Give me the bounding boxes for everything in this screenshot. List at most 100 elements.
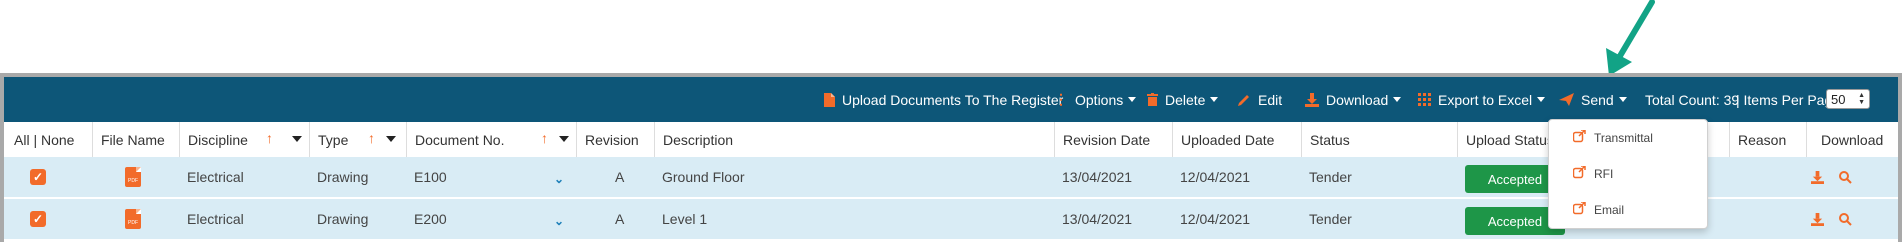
status-header-label: Status (1310, 131, 1350, 148)
total-count-text: Total Count: 39 (1645, 91, 1740, 108)
menu-item-label: Email (1594, 203, 1625, 217)
menu-item-transmittal[interactable]: Transmittal (1572, 129, 1653, 146)
filter-caret-icon[interactable] (386, 136, 396, 142)
send-label: Send (1581, 91, 1614, 108)
items-per-page-text: | Items Per Page (1736, 91, 1841, 108)
revision-header-label: Revision (585, 131, 639, 148)
edit-button[interactable]: Edit (1237, 77, 1282, 122)
revision-header: Revision (576, 122, 654, 157)
status-cell: Tender (1309, 211, 1352, 227)
download-label: Download (1326, 91, 1389, 108)
send-dropdown-menu: Transmittal RFI Email (1548, 119, 1708, 229)
items-per-page-label: | Items Per Page (1736, 77, 1840, 122)
share-icon (1572, 201, 1586, 218)
description-cell: Ground Floor (662, 169, 745, 185)
description-header: Description (654, 122, 1054, 157)
revision-cell: A (615, 169, 625, 185)
filter-caret-icon[interactable] (559, 136, 569, 142)
expand-chevron-icon[interactable]: ⌄ (554, 201, 564, 241)
preview-search-icon[interactable] (1839, 199, 1852, 239)
chevron-down-icon (1618, 97, 1627, 102)
chevron-down-icon (1393, 97, 1402, 102)
pencil-icon (1237, 93, 1251, 107)
discipline-cell: Electrical (187, 211, 244, 227)
download-header-label: Download (1821, 131, 1884, 148)
items-per-page-input[interactable]: 50 ▲ ▼ (1826, 89, 1870, 109)
filter-caret-icon[interactable] (292, 136, 302, 142)
document-no-header-label: Document No. (415, 131, 505, 148)
file-pdf-link[interactable]: PDF (125, 157, 141, 197)
pdf-file-icon: PDF (125, 167, 141, 187)
menu-item-label: RFI (1594, 167, 1614, 181)
items-per-page-value: 50 (1831, 91, 1846, 107)
type-cell: Drawing (317, 169, 369, 185)
revision-cell: A (615, 211, 625, 227)
upload-documents-button[interactable]: Upload Documents To The Register (824, 77, 1063, 122)
spinner-arrows-icon[interactable]: ▲ ▼ (1858, 92, 1865, 106)
export-excel-label: Export to Excel (1438, 91, 1533, 108)
delete-menu-button[interactable]: Delete (1147, 77, 1219, 122)
discipline-cell: Electrical (187, 169, 244, 185)
document-no-cell: E100 (414, 169, 447, 185)
revision-date-cell: 13/04/2021 (1062, 211, 1133, 227)
checkmark-icon: ✓ (30, 169, 46, 185)
menu-item-email[interactable]: Email (1572, 201, 1625, 218)
discipline-header[interactable]: Discipline ↑ (179, 122, 309, 157)
select-all-none-header[interactable]: All | None (4, 122, 92, 157)
file-name-header-label: File Name (101, 131, 165, 148)
upload-status-header-label: Upload Status (1466, 131, 1554, 148)
row-checkbox[interactable]: ✓ (30, 157, 46, 197)
share-icon (1572, 129, 1586, 146)
file-pdf-link[interactable]: PDF (125, 199, 141, 239)
document-no-header[interactable]: Document No. ↑ (406, 122, 576, 157)
revision-date-header: Revision Date (1054, 122, 1172, 157)
description-header-label: Description (663, 131, 734, 148)
grid-icon (1418, 93, 1431, 106)
document-icon (824, 92, 835, 107)
status-header: Status (1301, 122, 1457, 157)
vertical-dots-icon: ⋮ (1054, 91, 1068, 107)
preview-search-icon[interactable] (1839, 157, 1852, 197)
download-icon (1305, 92, 1319, 107)
pdf-file-icon: PDF (125, 209, 141, 229)
revision-date-cell: 13/04/2021 (1062, 169, 1133, 185)
options-menu-button[interactable]: ⋮ Options (1054, 77, 1137, 122)
download-menu-button[interactable]: Download (1305, 77, 1402, 122)
chevron-down-icon (1128, 97, 1137, 102)
download-file-icon[interactable] (1811, 199, 1824, 239)
send-menu-button[interactable]: Send (1559, 77, 1627, 122)
sort-up-arrow-icon[interactable]: ↑ (541, 130, 548, 146)
upload-documents-label: Upload Documents To The Register (842, 91, 1064, 108)
edit-label: Edit (1258, 91, 1283, 108)
discipline-header-label: Discipline (188, 131, 248, 148)
description-cell: Level 1 (662, 211, 708, 227)
menu-item-label: Transmittal (1594, 131, 1653, 145)
uploaded-date-header-label: Uploaded Date (1181, 131, 1275, 148)
type-cell: Drawing (317, 211, 369, 227)
reason-header: Reason (1729, 122, 1806, 157)
options-label: Options (1075, 91, 1124, 108)
chevron-down-icon (1210, 97, 1219, 102)
reason-header-label: Reason (1738, 131, 1787, 148)
expand-chevron-icon[interactable]: ⌄ (554, 159, 564, 199)
uploaded-date-cell: 12/04/2021 (1180, 169, 1251, 185)
delete-label: Delete (1165, 91, 1206, 108)
export-excel-menu-button[interactable]: Export to Excel (1418, 77, 1546, 122)
paper-plane-icon (1559, 93, 1574, 106)
revision-date-header-label: Revision Date (1063, 131, 1151, 148)
sort-up-arrow-icon[interactable]: ↑ (368, 130, 375, 146)
uploaded-date-header: Uploaded Date (1172, 122, 1301, 157)
type-header[interactable]: Type ↑ (309, 122, 406, 157)
menu-item-rfi[interactable]: RFI (1572, 165, 1614, 182)
download-header: Download (1806, 122, 1898, 157)
uploaded-date-cell: 12/04/2021 (1180, 211, 1251, 227)
toolbar: Upload Documents To The Register ⋮ Optio… (4, 77, 1898, 122)
type-header-label: Type (318, 131, 349, 148)
document-no-cell: E200 (414, 211, 447, 227)
chevron-down-icon (1537, 97, 1546, 102)
row-checkbox[interactable]: ✓ (30, 199, 46, 239)
total-count: Total Count: 39 (1645, 77, 1739, 122)
sort-up-arrow-icon[interactable]: ↑ (266, 130, 273, 146)
select-header-label: All | None (14, 131, 75, 148)
download-file-icon[interactable] (1811, 157, 1824, 197)
